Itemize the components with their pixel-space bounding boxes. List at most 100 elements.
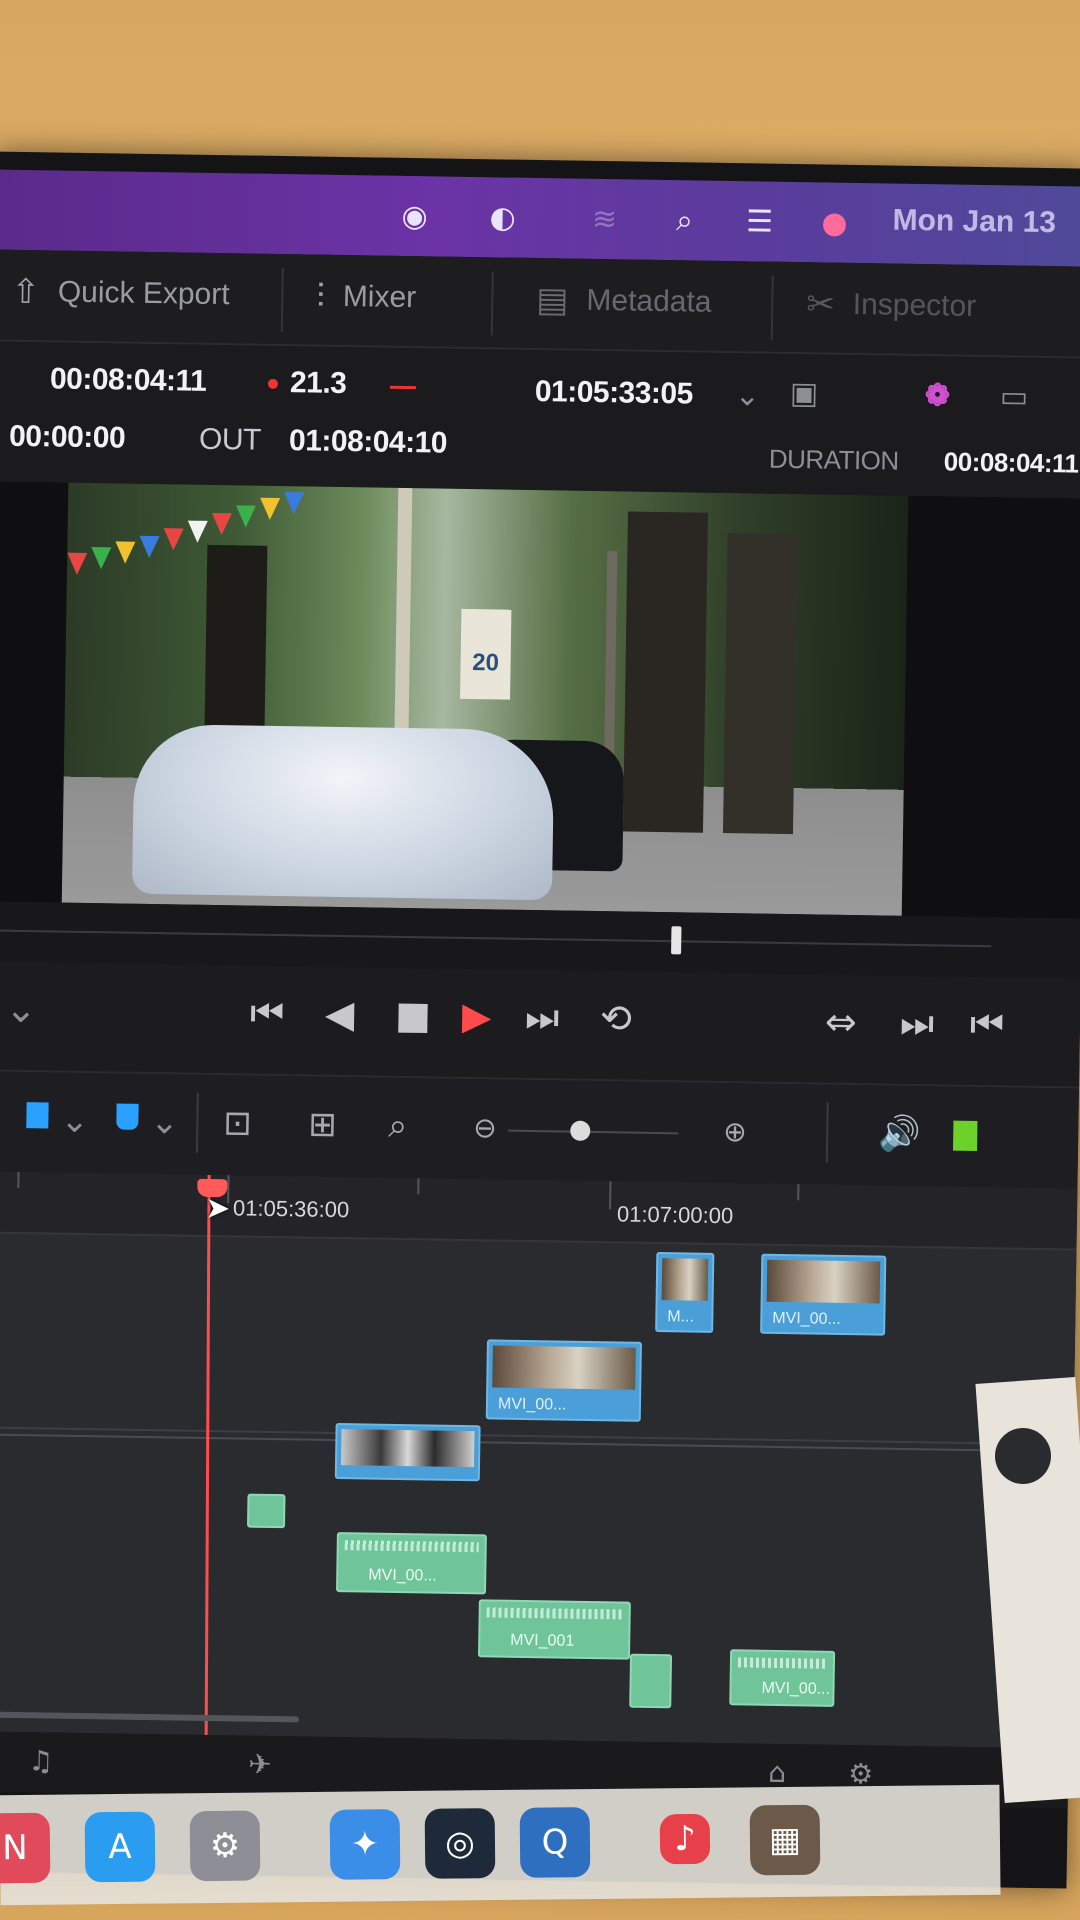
- pennant-flag: [259, 497, 281, 521]
- tree-trunk: [204, 544, 268, 746]
- timecode-bar: 00:08:04:11 21.3 01:05:33:05 ⌄ ▣ ❁ ▭ 00:…: [0, 341, 1080, 499]
- metadata-button[interactable]: ▤ Metadata: [536, 280, 712, 323]
- duration-label: DURATION: [768, 443, 899, 476]
- volume-icon[interactable]: 🔊: [878, 1113, 921, 1154]
- match-frame-icon[interactable]: ⇔: [825, 1000, 858, 1044]
- out-timecode[interactable]: 01:08:04:10: [289, 424, 447, 460]
- ruler-tick: [417, 1178, 420, 1195]
- video-clip[interactable]: M...: [655, 1252, 715, 1333]
- metadata-icon: ▤: [535, 280, 569, 321]
- mouse-cursor-icon: ➤: [204, 1190, 231, 1227]
- skip-back-icon[interactable]: ⏮: [250, 991, 285, 1036]
- audio-clip[interactable]: MVI_001: [477, 1599, 631, 1660]
- music-app-icon[interactable]: ♪: [659, 1813, 711, 1865]
- video-clip[interactable]: MVI_00...: [485, 1339, 642, 1422]
- marker-dropdown-icon[interactable]: ⌄: [150, 1102, 179, 1142]
- video-viewer[interactable]: 20: [0, 481, 1080, 919]
- dock: N A ⚙ ✦ ◎ Q ♪ ▦: [0, 1784, 1001, 1906]
- export-icon: ⇧: [11, 271, 41, 313]
- record-icon[interactable]: ◉: [392, 194, 437, 239]
- video-frame: 20: [61, 482, 909, 916]
- menubar-clock[interactable]: Mon Jan 13: [892, 204, 1056, 241]
- stop-icon[interactable]: ■: [395, 993, 432, 1038]
- clip-mode-icon[interactable]: ⌄: [5, 987, 38, 1031]
- timeline-panel[interactable]: 01:05:36:00 01:07:00:00 M... MVI_00... M…: [0, 1171, 1078, 1749]
- loop-icon[interactable]: ⟲: [600, 996, 633, 1040]
- search-icon[interactable]: ⌕: [662, 198, 707, 243]
- quicktime-icon[interactable]: Q: [519, 1807, 591, 1878]
- focus-icon[interactable]: ◐: [480, 195, 525, 240]
- system-settings-icon[interactable]: ⚙: [189, 1810, 261, 1882]
- scrub-track[interactable]: [0, 929, 992, 948]
- inspector-label: Inspector: [852, 287, 977, 323]
- zoom-detail-icon[interactable]: ⊞: [308, 1105, 337, 1145]
- siri-icon[interactable]: ●: [812, 200, 857, 245]
- zoom-slider-track[interactable]: [508, 1129, 679, 1135]
- news-app-icon[interactable]: N: [0, 1812, 51, 1884]
- playhead[interactable]: [204, 1174, 211, 1735]
- white-sports-car: [131, 723, 555, 901]
- out-label: OUT: [198, 422, 262, 457]
- prev-edit-icon[interactable]: ⏮: [970, 1002, 1005, 1047]
- mixer-label: Mixer: [342, 279, 417, 315]
- pennant-flag: [235, 505, 257, 528]
- source-timecode[interactable]: 00:08:04:11: [50, 362, 207, 398]
- zoom-custom-icon[interactable]: ⌕: [388, 1106, 408, 1146]
- play-icon[interactable]: ▶: [462, 994, 492, 1038]
- photos-preview-icon[interactable]: ▦: [749, 1804, 821, 1876]
- tree-trunk: [722, 533, 798, 835]
- skip-forward-icon[interactable]: ⏭: [525, 995, 560, 1040]
- audio-waveform: [737, 1657, 828, 1669]
- pennant-flag: [163, 528, 184, 551]
- fps-readout: 21.3: [289, 366, 347, 401]
- record-timecode[interactable]: 01:05:33:05: [535, 375, 693, 411]
- next-edit-icon[interactable]: ⏭: [900, 1001, 935, 1046]
- inspector-button[interactable]: ✂ Inspector: [806, 284, 977, 327]
- audio-clip[interactable]: MVI_00...: [729, 1649, 836, 1707]
- audio-clip[interactable]: [246, 1493, 286, 1529]
- pennant-flag: [211, 512, 232, 536]
- davinci-resolve-icon[interactable]: ◎: [424, 1808, 496, 1879]
- pennant-flag: [115, 541, 136, 564]
- deliver-page-icon[interactable]: ✈: [248, 1748, 272, 1781]
- ruler-timecode: 01:07:00:00: [616, 1201, 734, 1229]
- zoom-out-icon[interactable]: ⊖: [473, 1111, 497, 1144]
- pennant-flag: [283, 492, 305, 515]
- zoom-slider-knob[interactable]: [570, 1120, 591, 1141]
- ruler-tick: [609, 1181, 612, 1210]
- quick-export-label: Quick Export: [57, 275, 230, 312]
- flag-icon[interactable]: [26, 1102, 49, 1129]
- zoom-in-icon[interactable]: ⊕: [723, 1115, 747, 1148]
- viewer-mode-icon[interactable]: ▭: [1000, 379, 1028, 414]
- in-timecode[interactable]: 00:00:00: [9, 420, 126, 456]
- home-icon[interactable]: ⌂: [768, 1756, 786, 1789]
- safari-icon[interactable]: ✦: [329, 1809, 401, 1880]
- quick-export-button[interactable]: ⇧ Quick Export: [11, 272, 230, 315]
- audio-clip[interactable]: [629, 1653, 673, 1709]
- flag-dropdown-icon[interactable]: ⌄: [60, 1101, 89, 1141]
- mixer-button[interactable]: ⫶ Mixer: [316, 277, 416, 319]
- zoom-full-icon[interactable]: ⊡: [223, 1103, 252, 1143]
- timeline-scrollbar[interactable]: [0, 1711, 300, 1723]
- speed-limit-sign: 20: [460, 608, 512, 700]
- play-reverse-icon[interactable]: ◀: [325, 992, 355, 1036]
- marker-icon[interactable]: [116, 1103, 139, 1130]
- scrub-handle[interactable]: [671, 926, 682, 955]
- audio-clip[interactable]: MVI_00...: [335, 1532, 487, 1595]
- app-store-icon[interactable]: A: [84, 1811, 156, 1883]
- pennant-flag: [66, 552, 88, 575]
- video-clip[interactable]: MVI_00...: [760, 1253, 887, 1336]
- ruler-tick: [17, 1171, 20, 1188]
- avatar: [995, 1428, 1051, 1484]
- audio-waveform: [344, 1540, 479, 1553]
- pennant-flag: [91, 547, 112, 570]
- dropdown-chevron-icon[interactable]: ⌄: [735, 378, 760, 413]
- video-clip[interactable]: [334, 1422, 481, 1482]
- fairlight-page-icon[interactable]: ♫: [28, 1744, 54, 1777]
- control-center-icon[interactable]: ☰: [737, 199, 782, 244]
- wifi-icon[interactable]: ≋: [582, 197, 627, 242]
- color-wheel-icon[interactable]: ❁: [925, 378, 950, 413]
- transport-controls: ⌄ ⏮ ◀ ■ ▶ ⏭ ⟲ ⇔ ⏭ ⏮: [0, 961, 1080, 1089]
- toolbar-divider: [195, 1092, 199, 1153]
- monitor-icon[interactable]: ▣: [790, 376, 818, 411]
